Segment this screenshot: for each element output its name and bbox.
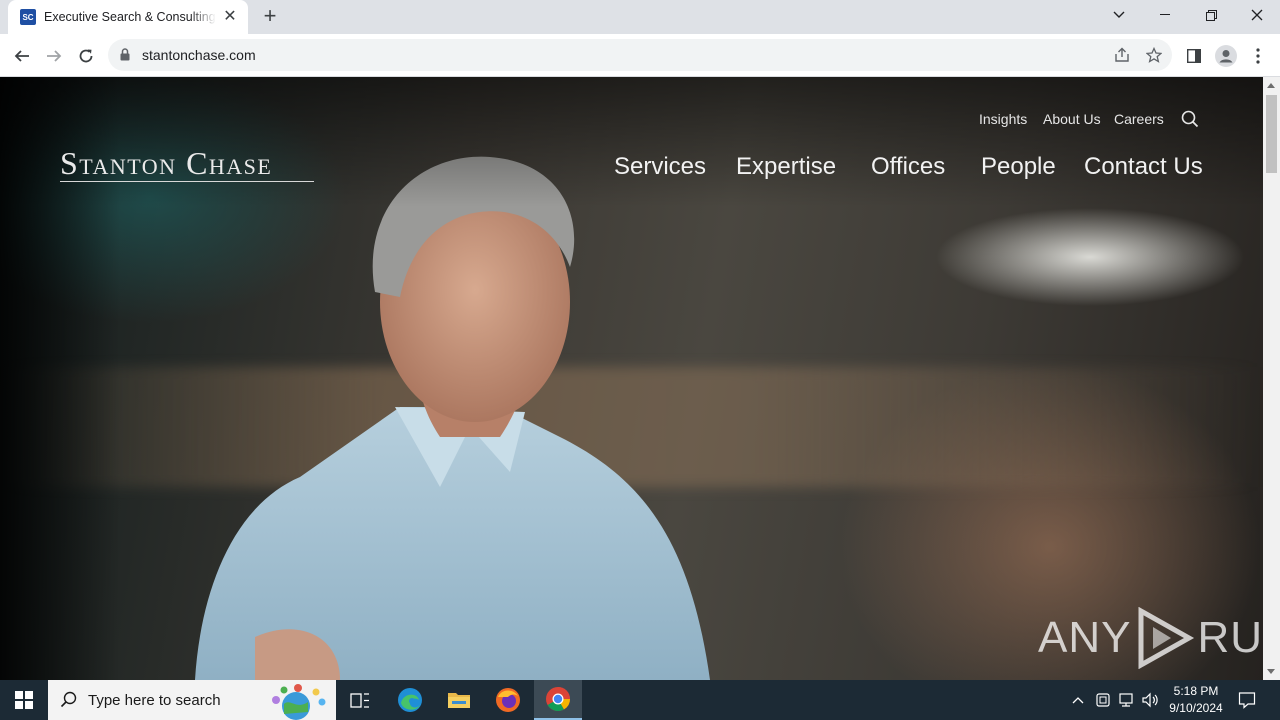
task-view-icon[interactable] bbox=[336, 680, 384, 720]
taskbar-search-icon bbox=[60, 691, 77, 708]
nav-contact-us[interactable]: Contact Us bbox=[1084, 153, 1203, 181]
watermark-left: ANY bbox=[1038, 613, 1132, 662]
lock-icon[interactable] bbox=[120, 48, 130, 66]
restore-button[interactable] bbox=[1188, 0, 1234, 30]
browser-tab[interactable]: SC Executive Search & Consulting Firm ✕ bbox=[8, 0, 248, 34]
site-search-icon[interactable] bbox=[1181, 110, 1199, 133]
taskbar-search[interactable]: Type here to search bbox=[48, 680, 336, 720]
profile-icon[interactable] bbox=[1214, 44, 1238, 68]
scroll-down-icon[interactable] bbox=[1267, 669, 1275, 674]
nav-about-us[interactable]: About Us bbox=[1043, 111, 1101, 127]
volume-icon[interactable] bbox=[1140, 690, 1160, 710]
tab-close-icon[interactable]: ✕ bbox=[222, 9, 238, 25]
header-shade bbox=[0, 77, 1263, 207]
nav-offices[interactable]: Offices bbox=[871, 153, 945, 181]
share-icon[interactable] bbox=[1112, 45, 1132, 65]
nav-insights[interactable]: Insights bbox=[979, 111, 1027, 127]
firefox-icon[interactable] bbox=[484, 680, 532, 720]
search-highlight-icon bbox=[272, 684, 326, 720]
page-viewport: Stanton Chase Insights About Us Careers … bbox=[0, 77, 1263, 680]
clock-date: 9/10/2024 bbox=[1169, 701, 1223, 715]
nav-services[interactable]: Services bbox=[614, 153, 706, 181]
forward-icon[interactable] bbox=[40, 42, 68, 70]
taskbar-clock[interactable]: 5:18 PM 9/10/2024 bbox=[1160, 683, 1232, 717]
minimize-button[interactable] bbox=[1142, 0, 1188, 30]
site-logo[interactable]: Stanton Chase bbox=[60, 145, 272, 182]
menu-icon[interactable] bbox=[1246, 44, 1270, 68]
tab-title: Executive Search & Consulting Firm bbox=[44, 10, 216, 24]
scroll-up-icon[interactable] bbox=[1267, 83, 1275, 88]
nav-people[interactable]: People bbox=[981, 153, 1056, 181]
tab-strip: SC Executive Search & Consulting Firm ✕ … bbox=[0, 0, 1280, 34]
nav-expertise[interactable]: Expertise bbox=[736, 153, 836, 181]
tab-favicon-icon: SC bbox=[20, 9, 36, 25]
clock-time: 5:18 PM bbox=[1173, 684, 1219, 698]
sidepanel-icon[interactable] bbox=[1182, 44, 1206, 68]
watermark-right: RUN bbox=[1197, 613, 1263, 662]
star-icon[interactable] bbox=[1144, 45, 1164, 65]
windows-start-icon[interactable] bbox=[0, 680, 48, 720]
network-icon[interactable] bbox=[1116, 690, 1136, 710]
back-icon[interactable] bbox=[8, 42, 36, 70]
browser-toolbar: stantonchase.com bbox=[0, 34, 1280, 77]
notification-icon[interactable] bbox=[1237, 690, 1257, 710]
play-logo-icon bbox=[1138, 607, 1195, 669]
address-bar[interactable]: stantonchase.com bbox=[108, 39, 1172, 71]
page-scrollbar[interactable] bbox=[1263, 77, 1280, 680]
close-window-button[interactable] bbox=[1234, 0, 1280, 30]
new-tab-button[interactable]: + bbox=[258, 5, 282, 29]
url-text[interactable]: stantonchase.com bbox=[142, 47, 256, 63]
tray-chevron-up-icon[interactable] bbox=[1068, 690, 1088, 710]
chrome-icon[interactable] bbox=[534, 680, 582, 720]
anyrun-watermark: ANY RUN bbox=[1038, 607, 1263, 669]
logo-underline bbox=[60, 181, 314, 182]
nav-careers[interactable]: Careers bbox=[1114, 111, 1164, 127]
tray-device-icon[interactable] bbox=[1093, 690, 1113, 710]
windows-taskbar: Type here to search 5:18 PM 9/10/2024 bbox=[0, 680, 1280, 720]
scroll-thumb[interactable] bbox=[1266, 95, 1277, 173]
reload-icon[interactable] bbox=[72, 42, 100, 70]
taskbar-search-placeholder: Type here to search bbox=[88, 691, 221, 709]
file-explorer-icon[interactable] bbox=[435, 680, 483, 720]
tab-search-icon[interactable] bbox=[1096, 0, 1142, 30]
edge-icon[interactable] bbox=[386, 680, 434, 720]
